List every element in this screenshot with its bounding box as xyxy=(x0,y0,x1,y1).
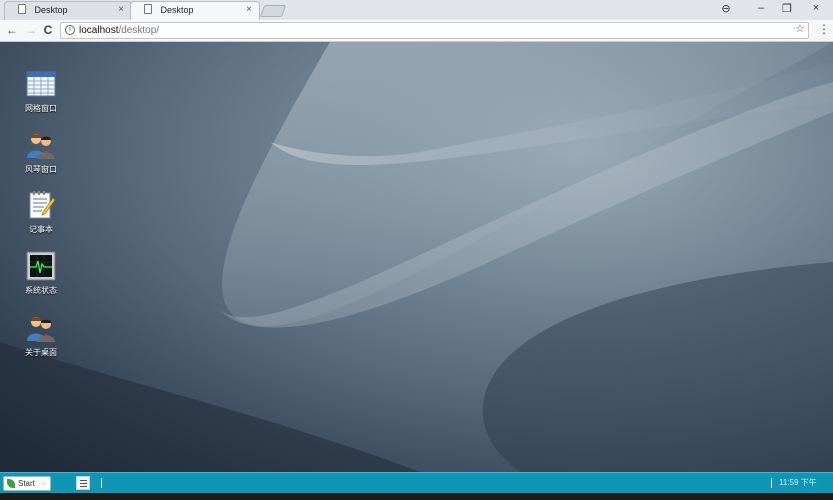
tab-desktop-1[interactable]: Desktop × xyxy=(4,1,132,20)
desktop-icon-label: 风琴窗口 xyxy=(25,165,57,174)
back-button[interactable]: ← xyxy=(5,22,19,38)
address-bar[interactable]: i localhost/desktop/ xyxy=(60,22,809,39)
restore-button[interactable]: ❐ xyxy=(778,2,796,15)
info-icon[interactable]: i xyxy=(65,25,75,35)
desktop-icon-about-desktop[interactable]: 关于桌面 xyxy=(18,313,64,358)
desktop-icon-label: 关于桌面 xyxy=(25,348,57,357)
page-icon xyxy=(144,4,152,14)
show-windows-icon[interactable] xyxy=(76,476,90,490)
taskbar-divider xyxy=(771,478,772,488)
start-leaf-icon xyxy=(7,479,15,488)
wallpaper xyxy=(0,42,833,472)
close-icon[interactable]: × xyxy=(246,1,252,19)
tab-desktop-2[interactable]: Desktop × xyxy=(130,1,260,20)
close-window-button[interactable]: × xyxy=(807,2,825,14)
start-button[interactable]: Start ⌵ xyxy=(3,476,51,491)
bookmark-star-icon[interactable]: ☆ xyxy=(795,22,805,35)
taskbar-clock: 11:59 下午 xyxy=(779,478,817,487)
menu-icon[interactable]: ⋮ xyxy=(818,22,830,36)
desktop-icon-label: 系统状态 xyxy=(25,286,57,295)
reload-button[interactable]: C xyxy=(41,22,55,38)
close-icon[interactable]: × xyxy=(118,1,124,19)
taskbar-divider xyxy=(101,478,102,488)
account-icon[interactable]: ⊖ xyxy=(717,2,735,15)
desktop-icon-label: 网格窗口 xyxy=(25,104,57,113)
notepad-icon xyxy=(29,191,56,219)
tab-label: Desktop xyxy=(34,5,68,15)
page-icon xyxy=(18,4,26,14)
taskbar: Start ⌵ 11:59 下午 xyxy=(0,472,833,493)
desktop-icon-notepad[interactable]: 记事本 xyxy=(18,190,64,235)
forward-button[interactable]: → xyxy=(24,22,38,38)
browser-toolbar: ← → C i localhost/desktop/ xyxy=(0,20,833,42)
desktop-icon-label: 记事本 xyxy=(29,225,53,234)
desktop-area: 网格窗口 风琴窗口 记事本 系统状态 关于桌面 xyxy=(0,42,833,472)
chevron-down-icon: ⌵ xyxy=(40,480,46,487)
os-taskbar-strip xyxy=(0,493,833,500)
about-desktop-icon xyxy=(27,317,55,342)
new-tab-button[interactable] xyxy=(259,5,287,17)
start-label: Start xyxy=(18,479,35,488)
grid-window-icon xyxy=(26,71,56,97)
accordion-window-icon xyxy=(27,134,55,159)
desktop-icon-system-status[interactable]: 系统状态 xyxy=(18,251,64,296)
browser-tab-strip: Desktop × Desktop × ⊖ – ❐ × xyxy=(0,0,833,20)
address-host: localhost xyxy=(79,25,119,36)
desktop-icon-accordion-window[interactable]: 风琴窗口 xyxy=(18,130,64,175)
desktop-icon-grid-window[interactable]: 网格窗口 xyxy=(18,69,64,114)
system-status-icon xyxy=(26,251,56,281)
minimize-button[interactable]: – xyxy=(752,2,770,14)
address-path: /desktop/ xyxy=(118,25,160,36)
tab-label: Desktop xyxy=(160,5,194,15)
